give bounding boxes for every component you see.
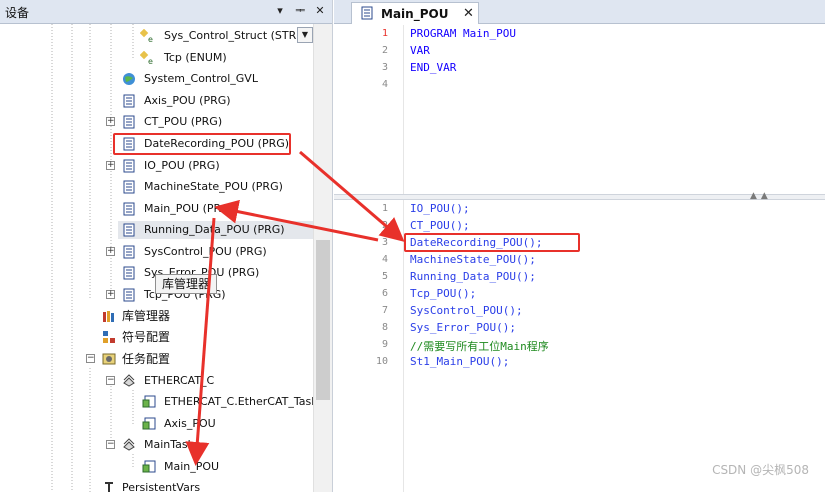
pou-icon — [123, 288, 135, 302]
tree-item-label: Sys_Control_Struct (STRUC — [164, 29, 313, 42]
tree-item-label: MachineState_POU (PRG) — [144, 180, 283, 193]
panel-close-icon[interactable]: ✕ — [312, 3, 328, 19]
line-number: 8 — [381, 322, 388, 333]
task-call-icon — [142, 395, 156, 408]
pou-icon — [123, 245, 135, 259]
declaration-editor[interactable]: 1 2 3 4 PROGRAM Main_POU VAR END_VAR — [334, 25, 825, 194]
tree-item-label: Axis_POU — [164, 417, 216, 430]
enum-icon: e — [140, 51, 153, 65]
watermark: CSDN @尖枫508 — [712, 463, 809, 477]
scrollbar-thumb[interactable] — [316, 240, 330, 400]
implementation-editor[interactable]: 1 2 3 4 5 6 7 8 9 10 IO_POU(); CT_POU();… — [334, 200, 825, 492]
pou-icon — [123, 94, 135, 108]
highlight-daterecording-tree — [113, 133, 291, 155]
pou-icon — [123, 266, 135, 280]
line-number: 6 — [381, 288, 388, 299]
tree-item-running-data-pou[interactable]: Running_Data_POU (PRG) — [118, 221, 314, 239]
editor-tab-strip: Main_POU ✕ — [334, 0, 825, 24]
tree-item-label: PersistentVars — [122, 481, 201, 492]
panel-dropdown-icon[interactable]: ▾ — [272, 3, 288, 19]
pou-icon — [361, 6, 373, 20]
code-line: Running_Data_POU(); — [410, 270, 536, 283]
chevron-down-icon[interactable]: ▼ — [297, 27, 313, 43]
task-config-icon — [102, 353, 116, 365]
library-icon — [103, 311, 114, 322]
svg-text:e: e — [148, 57, 153, 65]
code-comment-line: //需要写所有工位Main程序 — [410, 340, 549, 353]
code-line: Tcp_POU(); — [410, 287, 477, 300]
code-line: St1_Main_POU(); — [410, 355, 510, 368]
tab-main-pou[interactable]: Main_POU ✕ — [351, 2, 479, 24]
tab-label: Main_POU — [381, 7, 449, 21]
tree-item-label: SysControl_POU (PRG) — [144, 245, 267, 258]
task-call-icon — [142, 417, 156, 430]
pou-icon — [123, 202, 135, 216]
pin-icon[interactable]: ᆍ — [292, 3, 308, 19]
line-number: 10 — [375, 356, 388, 367]
line-number: 3 — [381, 237, 388, 248]
tree-item-label: CT_POU (PRG) — [144, 115, 223, 128]
line-number: 4 — [381, 254, 388, 265]
task-icon — [123, 374, 135, 387]
globe-icon — [123, 73, 135, 85]
tree-item-label: 任务配置 — [122, 352, 171, 366]
line-number: 4 — [381, 79, 388, 90]
pou-icon — [123, 180, 135, 194]
line-number: 5 — [381, 271, 388, 282]
tree-item-label: System_Control_GVL — [144, 72, 258, 85]
tab-close-icon[interactable]: ✕ — [463, 6, 474, 21]
line-number: 2 — [381, 45, 388, 56]
symbol-config-icon — [103, 331, 115, 343]
expand-icon[interactable]: + — [106, 290, 115, 299]
highlight-daterecording-call — [404, 233, 580, 252]
expand-icon[interactable]: + — [106, 247, 115, 256]
tree-item-label: Tcp (ENUM) — [164, 51, 227, 64]
tree-item-label: Running_Data_POU (PRG) — [144, 223, 285, 236]
line-number: 3 — [381, 62, 388, 73]
task-icon — [123, 438, 135, 451]
pou-icon — [123, 223, 135, 237]
pou-icon — [123, 159, 135, 173]
code-line: END_VAR — [410, 61, 457, 74]
collapse-icon[interactable]: − — [86, 354, 95, 363]
tooltip: 库管理器 — [155, 274, 218, 294]
expand-icon[interactable]: + — [106, 117, 115, 126]
task-call-icon — [142, 460, 156, 473]
device-panel: 设备 ▾ ᆍ ✕ e Sys_Control_Struct (STRUC ▼ e… — [0, 0, 333, 492]
tree-item-label: Axis_POU (PRG) — [144, 94, 231, 107]
persistent-icon — [105, 482, 113, 492]
code-line: SysControl_POU(); — [410, 304, 523, 317]
pou-icon — [123, 115, 135, 129]
app-window: 设备 ▾ ᆍ ✕ e Sys_Control_Struct (STRUC ▼ e… — [0, 0, 825, 492]
svg-text:e: e — [148, 35, 153, 43]
panel-header: 设备 ▾ ᆍ ✕ — [0, 0, 332, 24]
code-line: CT_POU(); — [410, 219, 470, 232]
expand-icon[interactable]: + — [106, 161, 115, 170]
tree-item-label: MainTask — [144, 438, 194, 451]
line-number: 9 — [381, 339, 388, 350]
collapse-icon[interactable]: − — [106, 440, 115, 449]
struct-icon: e — [140, 29, 153, 43]
line-number: 1 — [381, 203, 388, 214]
line-number: 1 — [381, 28, 388, 39]
code-line: Sys_Error_POU(); — [410, 321, 516, 334]
code-line: IO_POU(); — [410, 202, 470, 215]
tree-item-label: Main_POU (PRG) — [144, 202, 234, 215]
tree-item-label: 符号配置 — [122, 330, 171, 344]
tree-item-label: ETHERCAT_C.EtherCAT_Task — [164, 395, 318, 408]
tree-item-label: ETHERCAT_C — [144, 374, 215, 387]
code-line: PROGRAM Main_POU — [410, 27, 516, 40]
line-number: 7 — [381, 305, 388, 316]
line-number: 2 — [381, 220, 388, 231]
tree-item-label: IO_POU (PRG) — [144, 159, 220, 172]
panel-title: 设备 — [5, 6, 30, 20]
code-line: VAR — [410, 44, 430, 57]
tree-item-label: 库管理器 — [122, 309, 171, 323]
collapse-icon[interactable]: − — [106, 376, 115, 385]
code-line: MachineState_POU(); — [410, 253, 536, 266]
tree-item-label: Main_POU — [164, 460, 220, 473]
